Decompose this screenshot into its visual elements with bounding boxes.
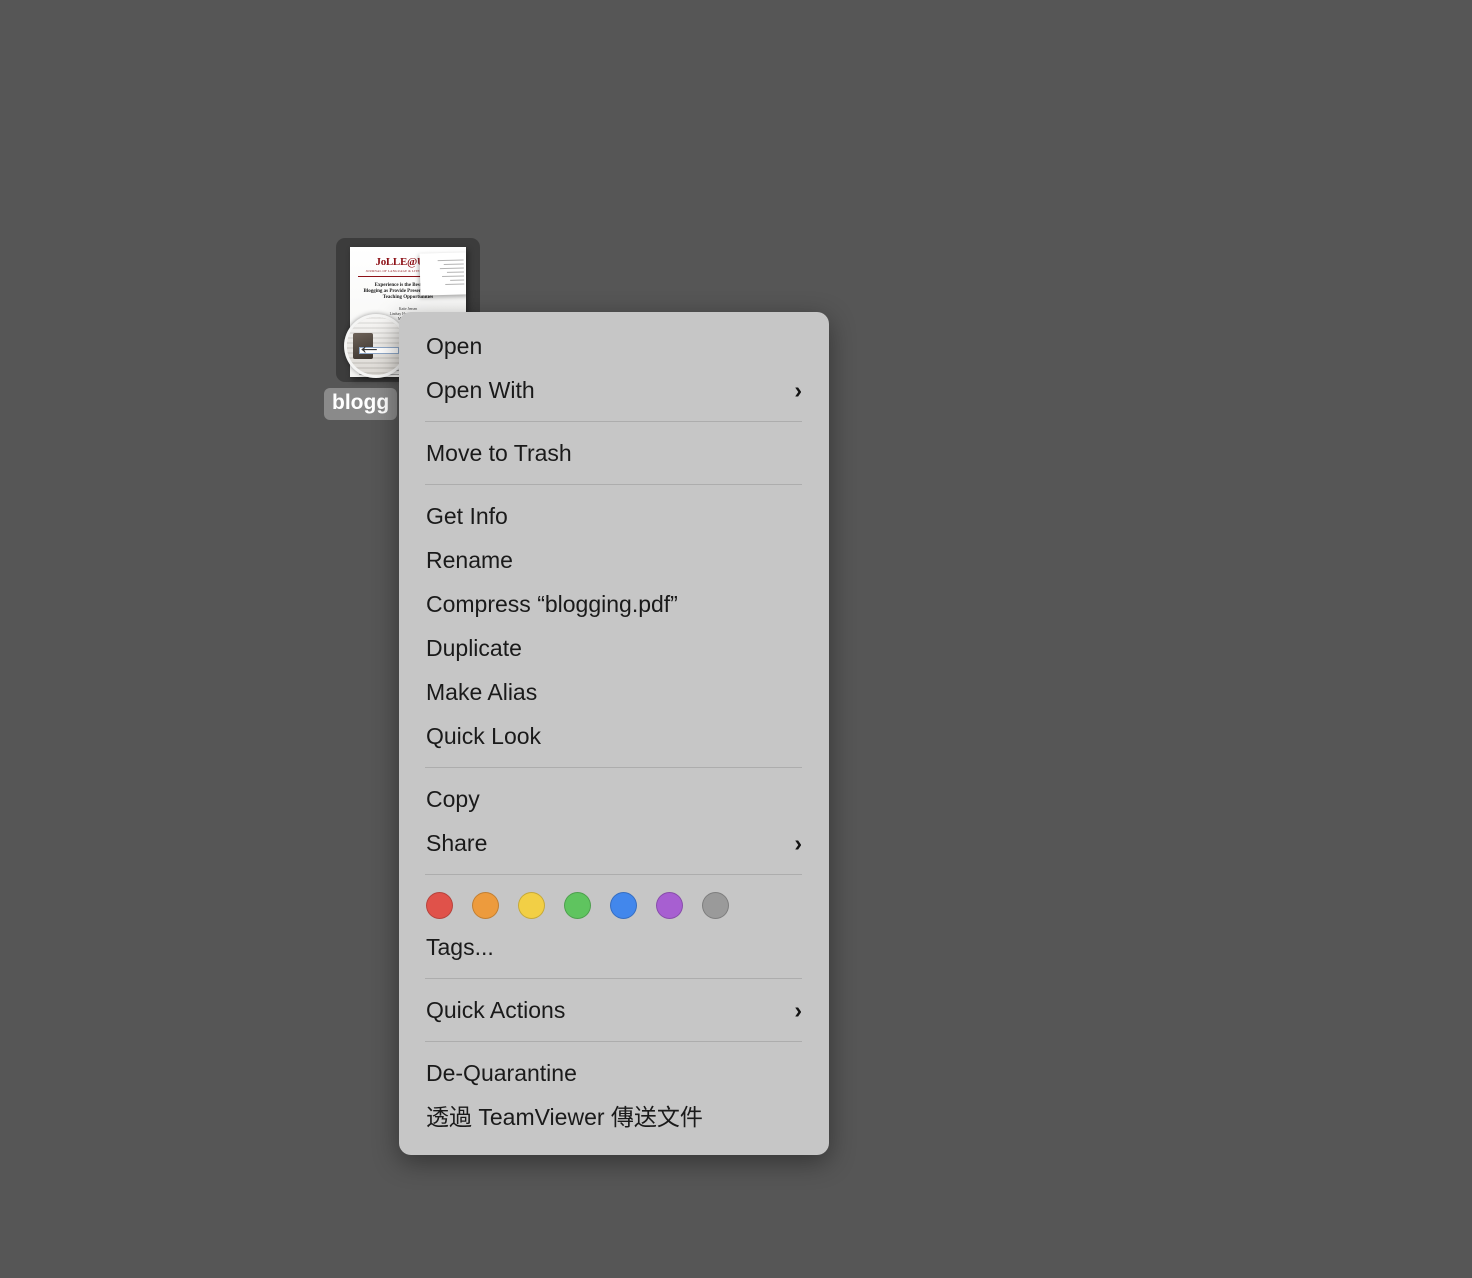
menu-item-label: De-Quarantine (426, 1060, 577, 1086)
menu-item-duplicate[interactable]: Duplicate (399, 626, 829, 670)
menu-item-label: Rename (426, 547, 513, 573)
menu-item-share[interactable]: Share › (399, 821, 829, 865)
pdf-folded-corner (419, 252, 466, 296)
menu-item-label: Tags... (426, 934, 494, 960)
tag-color-red[interactable] (426, 892, 453, 919)
file-name-label: blogg (324, 388, 398, 420)
menu-item-label: Get Info (426, 503, 508, 529)
menu-item-label: Share (426, 830, 488, 856)
menu-item-de-quarantine[interactable]: De-Quarantine (399, 1051, 829, 1095)
menu-separator (425, 874, 802, 875)
menu-item-label: Quick Look (426, 723, 542, 749)
menu-item-compress[interactable]: Compress “blogging.pdf” (399, 582, 829, 626)
back-arrow-icon: ← (356, 330, 382, 360)
menu-separator (425, 484, 802, 485)
tag-color-orange[interactable] (472, 892, 499, 919)
context-menu[interactable]: Open Open With › Move to Trash Get Info … (399, 312, 829, 1155)
menu-item-rename[interactable]: Rename (399, 538, 829, 582)
tag-color-purple[interactable] (656, 892, 683, 919)
menu-item-move-to-trash[interactable]: Move to Trash (399, 431, 829, 475)
tag-color-green[interactable] (564, 892, 591, 919)
menu-separator (425, 767, 802, 768)
menu-item-label: Quick Actions (426, 997, 566, 1023)
menu-separator (425, 1041, 802, 1042)
tag-color-gray[interactable] (702, 892, 729, 919)
tag-color-yellow[interactable] (518, 892, 545, 919)
menu-item-label: Copy (426, 786, 480, 812)
menu-item-quick-look[interactable]: Quick Look (399, 714, 829, 758)
menu-item-make-alias[interactable]: Make Alias (399, 670, 829, 714)
menu-item-quick-actions[interactable]: Quick Actions › (399, 988, 829, 1032)
menu-item-get-info[interactable]: Get Info (399, 494, 829, 538)
pdf-title-line-3: Teaching Opportunities (382, 295, 434, 300)
chevron-right-icon: › (794, 997, 802, 1023)
chevron-right-icon: › (794, 377, 802, 403)
menu-item-open-with[interactable]: Open With › (399, 368, 829, 412)
tag-color-blue[interactable] (610, 892, 637, 919)
menu-item-label: Duplicate (426, 635, 522, 661)
menu-item-label: Open (426, 333, 483, 359)
menu-item-teamviewer-send-file[interactable]: 透過 TeamViewer 傳送文件 (399, 1095, 829, 1139)
menu-item-open[interactable]: Open (399, 324, 829, 368)
menu-item-label: Move to Trash (426, 440, 572, 466)
menu-separator (425, 421, 802, 422)
menu-item-copy[interactable]: Copy (399, 777, 829, 821)
menu-item-tags[interactable]: Tags... (399, 925, 829, 969)
menu-separator (425, 978, 802, 979)
menu-item-label: Open With (426, 377, 535, 403)
menu-item-label: Compress “blogging.pdf” (426, 591, 678, 617)
chevron-right-icon: › (794, 830, 802, 856)
tag-color-row[interactable] (399, 884, 829, 925)
menu-item-label: Make Alias (426, 679, 538, 705)
menu-item-label: 透過 TeamViewer 傳送文件 (426, 1104, 703, 1130)
